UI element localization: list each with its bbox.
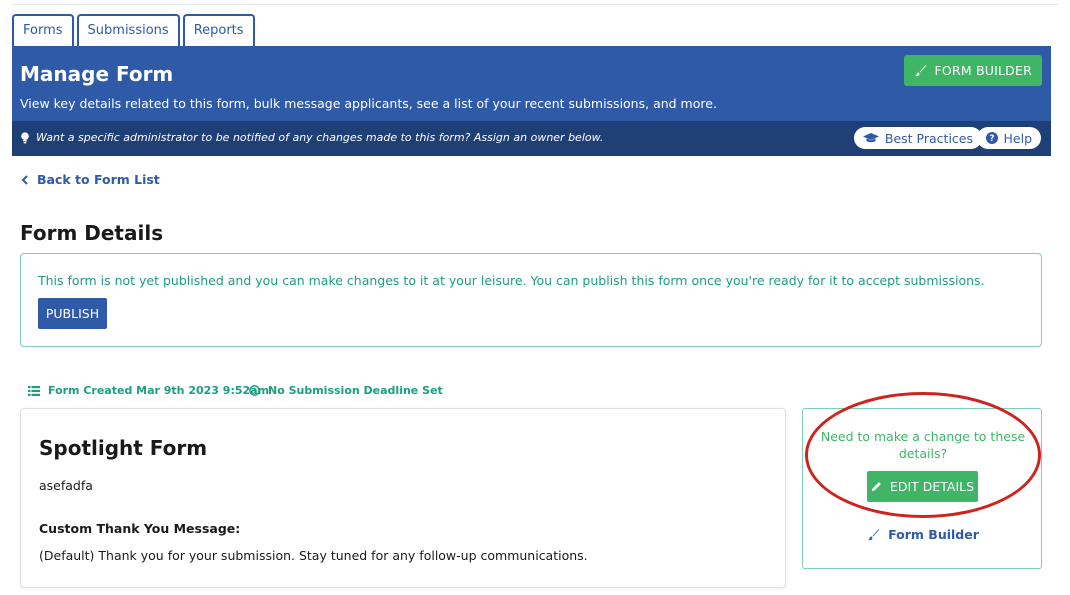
form-summary-card: Spotlight Form asefadfa Custom Thank You… <box>20 408 786 588</box>
tab-forms[interactable]: Forms <box>12 14 74 46</box>
chevron-left-icon <box>21 174 29 185</box>
form-builder-button[interactable]: FORM BUILDER <box>903 55 1042 86</box>
edit-details-button[interactable]: EDIT DETAILS <box>867 471 978 502</box>
top-divider <box>12 4 1058 5</box>
clock-icon <box>249 385 260 396</box>
page-subtitle: View key details related to this form, b… <box>20 96 717 111</box>
brush-icon <box>914 64 927 77</box>
list-icon <box>28 385 40 396</box>
form-created-meta: Form Created Mar 9th 2023 9:52am <box>28 384 269 397</box>
form-builder-link[interactable]: Form Builder <box>803 527 1043 542</box>
page-header: Manage Form View key details related to … <box>12 46 1051 121</box>
form-details-heading: Form Details <box>20 221 164 245</box>
form-description: asefadfa <box>39 478 93 493</box>
tab-reports[interactable]: Reports <box>182 14 255 46</box>
best-practices-button[interactable]: Best Practices <box>853 127 982 149</box>
best-practices-label: Best Practices <box>884 130 973 146</box>
form-builder-label: FORM BUILDER <box>934 63 1032 78</box>
page-title: Manage Form <box>20 62 174 86</box>
graduation-cap-icon <box>862 132 879 144</box>
edit-details-label: EDIT DETAILS <box>889 479 975 494</box>
publish-message: This form is not yet published and you c… <box>38 273 985 288</box>
back-link-label: Back to Form List <box>37 172 160 187</box>
svg-text:?: ? <box>989 134 994 144</box>
brush-icon <box>867 528 880 541</box>
lightbulb-icon <box>20 131 30 144</box>
tab-bar: Forms Submissions Reports <box>12 14 255 46</box>
deadline-meta: No Submission Deadline Set <box>249 384 443 397</box>
back-to-form-list-link[interactable]: Back to Form List <box>21 172 160 187</box>
pencil-icon <box>871 481 882 492</box>
notice-message: Want a specific administrator to be noti… <box>20 131 603 144</box>
publish-panel: This form is not yet published and you c… <box>20 253 1042 347</box>
form-builder-link-label: Form Builder <box>888 527 979 542</box>
deadline-text: No Submission Deadline Set <box>268 384 443 397</box>
form-created-text: Form Created Mar 9th 2023 9:52am <box>48 384 270 397</box>
tab-submissions[interactable]: Submissions <box>76 14 180 46</box>
edit-details-panel: Need to make a change to these details? … <box>802 408 1042 569</box>
question-circle-icon: ? <box>985 132 998 144</box>
publish-button[interactable]: PUBLISH <box>38 298 107 329</box>
edit-prompt: Need to make a change to these details? <box>820 429 1026 461</box>
form-name: Spotlight Form <box>39 436 208 460</box>
notice-text: Want a specific administrator to be noti… <box>36 131 604 144</box>
help-label: Help <box>1003 130 1033 146</box>
help-button[interactable]: ? Help <box>976 127 1041 149</box>
thank-you-label: Custom Thank You Message: <box>39 521 241 536</box>
thank-you-message: (Default) Thank you for your submission.… <box>39 548 588 563</box>
notice-bar: Want a specific administrator to be noti… <box>12 121 1051 156</box>
